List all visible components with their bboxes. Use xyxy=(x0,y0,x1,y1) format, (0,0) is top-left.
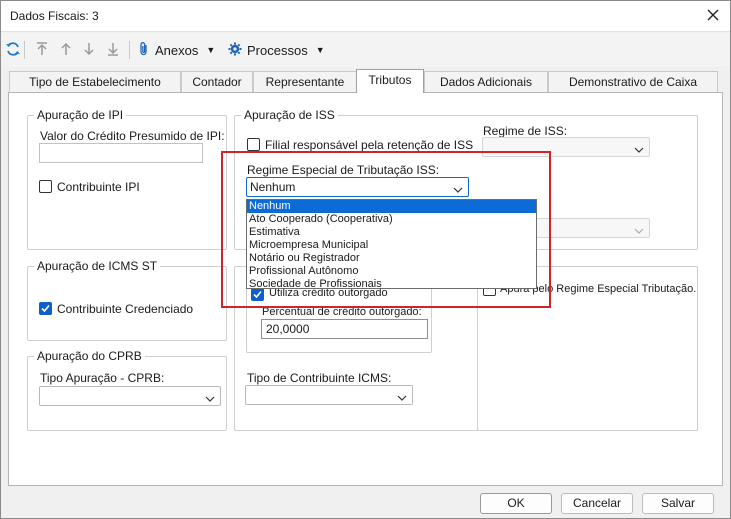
chevron-down-icon xyxy=(634,143,644,153)
cprb-tipo-select[interactable] xyxy=(39,386,221,406)
chevron-down-icon xyxy=(634,224,644,234)
tab-contador[interactable]: Contador xyxy=(181,71,253,92)
close-icon[interactable] xyxy=(704,6,722,24)
dropdown-option-sociedade-profissionais[interactable]: Sociedade de Profissionais xyxy=(247,278,536,291)
iss-filial-checkbox[interactable] xyxy=(247,138,260,151)
toolbar: Anexos ▼ Processos ▼ xyxy=(1,33,730,67)
title-bar: Dados Fiscais: 3 xyxy=(1,1,730,32)
iss-regime-especial-value: Nenhum xyxy=(250,180,296,194)
icms-st-cred-label: Contribuinte Credenciado xyxy=(57,302,194,316)
cancel-button[interactable]: Cancelar xyxy=(561,493,633,514)
dropdown-option-microempresa[interactable]: Microempresa Municipal xyxy=(247,239,536,252)
move-first-icon[interactable] xyxy=(34,41,50,57)
toolbar-separator xyxy=(24,41,25,59)
dialog-window: Dados Fiscais: 3 Anexos ▼ Processos ▼ Ti… xyxy=(0,0,731,519)
cprb-group-label: Apuração do CPRB xyxy=(34,349,145,363)
ipi-contrib-label: Contribuinte IPI xyxy=(57,180,140,194)
tipo-contrib-select[interactable] xyxy=(245,385,413,405)
ipi-credit-label: Valor do Crédito Presumido de IPI: xyxy=(40,129,225,143)
ipi-group-label: Apuração de IPI xyxy=(34,108,127,122)
move-up-icon[interactable] xyxy=(58,41,74,57)
chevron-down-icon: ▼ xyxy=(315,45,325,55)
icms-st-group-label: Apuração de ICMS ST xyxy=(34,259,161,273)
ipi-credit-input[interactable] xyxy=(39,143,203,163)
tab-representante[interactable]: Representante xyxy=(253,71,357,92)
move-down-icon[interactable] xyxy=(81,41,97,57)
save-button[interactable]: Salvar xyxy=(642,493,714,514)
iss-regime-label: Regime de ISS: xyxy=(483,124,568,138)
iss-regime-especial-label: Regime Especial de Tributação ISS: xyxy=(247,163,440,177)
ipi-contrib-checkbox[interactable] xyxy=(39,180,52,193)
ok-button[interactable]: OK xyxy=(480,493,552,514)
tipo-contrib-label: Tipo de Contribuinte ICMS: xyxy=(247,371,392,385)
tab-dados-adicionais[interactable]: Dados Adicionais xyxy=(424,71,548,92)
iss-regime-especial-select[interactable]: Nenhum xyxy=(246,177,469,197)
percentual-input[interactable]: 20,0000 xyxy=(261,319,428,339)
processos-label: Processos xyxy=(247,42,308,58)
anexos-label: Anexos xyxy=(155,42,199,58)
regime-especial-dropdown-list: Nenhum Ato Cooperado (Cooperativa) Estim… xyxy=(246,199,537,291)
iss-regime-select[interactable] xyxy=(482,137,650,157)
dropdown-option-ato-cooperado[interactable]: Ato Cooperado (Cooperativa) xyxy=(247,213,536,226)
paperclip-icon xyxy=(138,41,150,60)
chevron-down-icon: ▼ xyxy=(206,45,216,55)
tab-tributos[interactable]: Tributos xyxy=(356,69,424,93)
processos-button[interactable]: Processos ▼ xyxy=(228,39,325,61)
icms-st-cred-checkbox[interactable] xyxy=(39,302,52,315)
dropdown-option-estimativa[interactable]: Estimativa xyxy=(247,226,536,239)
tab-tipo-estabelecimento[interactable]: Tipo de Estabelecimento xyxy=(9,71,181,92)
chevron-down-icon xyxy=(453,183,463,193)
dropdown-option-nenhum[interactable]: Nenhum xyxy=(247,200,536,213)
percentual-label: Percentual de crédito outorgado: xyxy=(262,306,422,318)
toolbar-separator xyxy=(129,41,130,59)
chevron-down-icon xyxy=(205,392,215,402)
tab-demonstrativo-caixa[interactable]: Demonstrativo de Caixa xyxy=(548,71,718,92)
iss-filial-label: Filial responsável pela retenção de ISS xyxy=(265,138,474,152)
anexos-button[interactable]: Anexos ▼ xyxy=(138,39,215,61)
gear-icon xyxy=(228,42,242,59)
dropdown-option-notario[interactable]: Notário ou Registrador xyxy=(247,252,536,265)
window-title: Dados Fiscais: 3 xyxy=(10,9,99,23)
dropdown-option-profissional-autonomo[interactable]: Profissional Autônomo xyxy=(247,265,536,278)
chevron-down-icon xyxy=(397,391,407,401)
refresh-icon[interactable] xyxy=(5,41,21,57)
iss-group-label: Apuração de ISS xyxy=(241,108,338,122)
cprb-tipo-label: Tipo Apuração - CPRB: xyxy=(40,371,165,385)
move-last-icon[interactable] xyxy=(105,41,121,57)
